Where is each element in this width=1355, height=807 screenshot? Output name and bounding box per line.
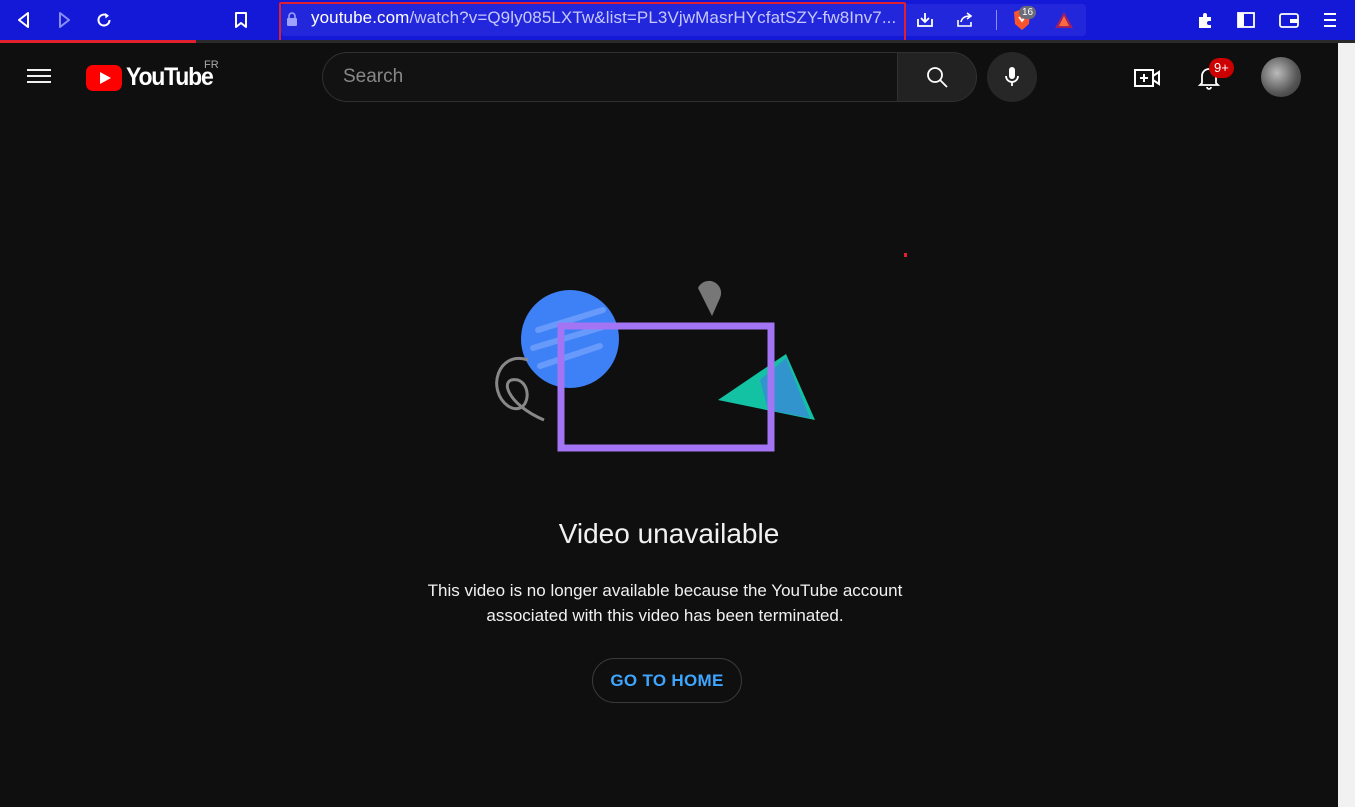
shield-count-badge: 16 bbox=[1019, 6, 1037, 19]
share-icon[interactable] bbox=[951, 6, 979, 34]
youtube-header: YouTube FR 9+ bbox=[0, 43, 1338, 113]
search-input[interactable] bbox=[323, 53, 898, 101]
stray-red-mark bbox=[904, 253, 907, 257]
search-box[interactable] bbox=[322, 52, 898, 102]
youtube-play-icon bbox=[86, 64, 122, 91]
page-title: Video unavailable bbox=[558, 518, 780, 549]
search-icon bbox=[927, 67, 948, 88]
sidebar-icon[interactable] bbox=[1232, 6, 1260, 34]
create-video-button[interactable] bbox=[1130, 62, 1164, 94]
bookmark-icon[interactable] bbox=[227, 6, 255, 34]
back-icon[interactable] bbox=[10, 6, 38, 34]
message-line-2: associated with this video has been term… bbox=[486, 606, 844, 625]
unavailable-message: This video is no longer available becaus… bbox=[419, 578, 911, 628]
video-camera-plus-icon bbox=[1134, 69, 1160, 87]
hamburger-menu-icon[interactable] bbox=[27, 65, 53, 89]
menu-icon[interactable] bbox=[1316, 6, 1344, 34]
message-line-1: This video is no longer available becaus… bbox=[427, 581, 903, 600]
download-icon[interactable] bbox=[911, 6, 939, 34]
youtube-logo[interactable]: YouTube bbox=[86, 63, 220, 92]
voice-search-button[interactable] bbox=[987, 52, 1037, 102]
video-unavailable-illustration bbox=[495, 280, 815, 452]
brave-rewards-icon[interactable] bbox=[1050, 6, 1078, 34]
avatar[interactable] bbox=[1261, 57, 1301, 97]
toolbar-divider bbox=[996, 10, 997, 30]
scrollbar[interactable] bbox=[1338, 43, 1355, 807]
search-button[interactable] bbox=[897, 52, 977, 102]
reload-icon[interactable] bbox=[90, 6, 118, 34]
region-code: FR bbox=[204, 59, 219, 71]
extensions-icon[interactable] bbox=[1192, 6, 1220, 34]
forward-icon[interactable] bbox=[50, 6, 78, 34]
logo-text: YouTube bbox=[126, 63, 214, 91]
notification-badge: 9+ bbox=[1209, 58, 1234, 78]
microphone-icon bbox=[1005, 67, 1019, 86]
wallet-icon[interactable] bbox=[1275, 6, 1303, 34]
go-to-home-button[interactable]: GO TO HOME bbox=[592, 658, 742, 703]
